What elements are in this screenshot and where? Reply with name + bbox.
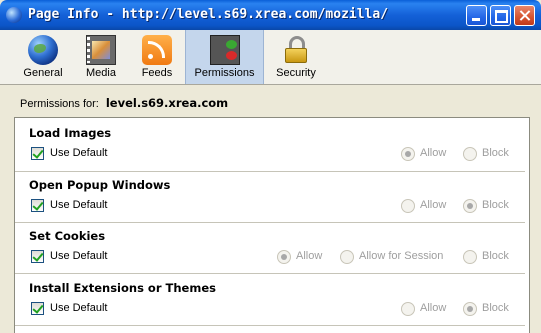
permission-title: Install Extensions or Themes — [29, 281, 216, 295]
tab-feeds[interactable]: Feeds — [130, 30, 184, 84]
allow-radio-label: Allow — [296, 250, 323, 262]
title-bar[interactable]: Page Info - http://level.s69.xrea.com/mo… — [0, 0, 541, 30]
media-icon — [86, 35, 116, 65]
permissions-for-label: Permissions for: — [20, 98, 99, 110]
block-radio-label: Block — [482, 147, 509, 159]
radio-dot — [401, 302, 415, 316]
tab-security[interactable]: Security — [265, 30, 327, 84]
close-icon — [515, 6, 534, 25]
radio-dot — [277, 250, 291, 264]
permission-set-cookies: Set Cookies Use Default Allow Allow for … — [15, 221, 529, 274]
permission-title: Open Popup Windows — [29, 178, 171, 192]
use-default-checkbox[interactable] — [31, 199, 44, 212]
use-default-checkbox[interactable] — [31, 302, 44, 315]
use-default-checkbox[interactable] — [31, 250, 44, 263]
maximize-button[interactable] — [490, 5, 511, 26]
permission-title: Load Images — [29, 126, 112, 140]
radio-dot — [463, 147, 477, 161]
allow-radio-label: Allow — [420, 199, 447, 211]
use-default-label[interactable]: Use Default — [50, 250, 107, 262]
minimize-icon — [467, 6, 486, 25]
tab-media[interactable]: Media — [72, 30, 130, 84]
radio-dot — [463, 302, 477, 316]
tab-general[interactable]: General — [14, 30, 72, 84]
permissions-host: level.s69.xrea.com — [105, 96, 229, 110]
globe-icon — [28, 35, 58, 65]
tab-permissions-label: Permissions — [194, 67, 255, 79]
maximize-icon — [491, 6, 510, 25]
radio-dot — [463, 199, 477, 213]
block-radio-label: Block — [482, 199, 509, 211]
permission-load-images: Load Images Use Default Allow Block — [15, 118, 529, 171]
padlock-icon — [281, 35, 311, 65]
block-radio-label: Block — [482, 250, 509, 262]
tab-security-label: Security — [276, 67, 316, 79]
use-default-label[interactable]: Use Default — [50, 147, 107, 159]
permission-install-extensions: Install Extensions or Themes Use Default… — [15, 273, 529, 326]
allow-radio-label: Allow — [420, 147, 447, 159]
page-info-toolbar: General Media Feeds Permissions Security — [0, 30, 541, 85]
feed-icon — [142, 35, 172, 65]
firefox-icon — [6, 7, 22, 23]
allow-for-session-radio-label: Allow for Session — [359, 250, 444, 262]
radio-dot — [340, 250, 354, 264]
use-default-label[interactable]: Use Default — [50, 199, 107, 211]
permission-title: Set Cookies — [29, 229, 106, 243]
use-default-checkbox[interactable] — [31, 147, 44, 160]
radio-dot — [401, 199, 415, 213]
permission-open-popups: Open Popup Windows Use Default Allow Blo… — [15, 170, 529, 223]
permissions-list[interactable]: Load Images Use Default Allow Block Open… — [14, 117, 530, 333]
tab-feeds-label: Feeds — [141, 67, 173, 79]
radio-dot — [401, 147, 415, 161]
radio-dot — [463, 250, 477, 264]
use-default-label[interactable]: Use Default — [50, 302, 107, 314]
divider — [15, 325, 525, 326]
close-button[interactable] — [514, 5, 535, 26]
window-title: Page Info - http://level.s69.xrea.com/mo… — [28, 7, 389, 22]
tab-media-label: Media — [86, 67, 116, 79]
block-radio-label: Block — [482, 302, 509, 314]
permissions-icon — [209, 35, 240, 65]
minimize-button[interactable] — [466, 5, 487, 26]
allow-radio-label: Allow — [420, 302, 447, 314]
tab-general-label: General — [23, 67, 63, 79]
tab-permissions[interactable]: Permissions — [185, 30, 264, 84]
permissions-header: Permissions for: level.s69.xrea.com — [20, 96, 228, 110]
